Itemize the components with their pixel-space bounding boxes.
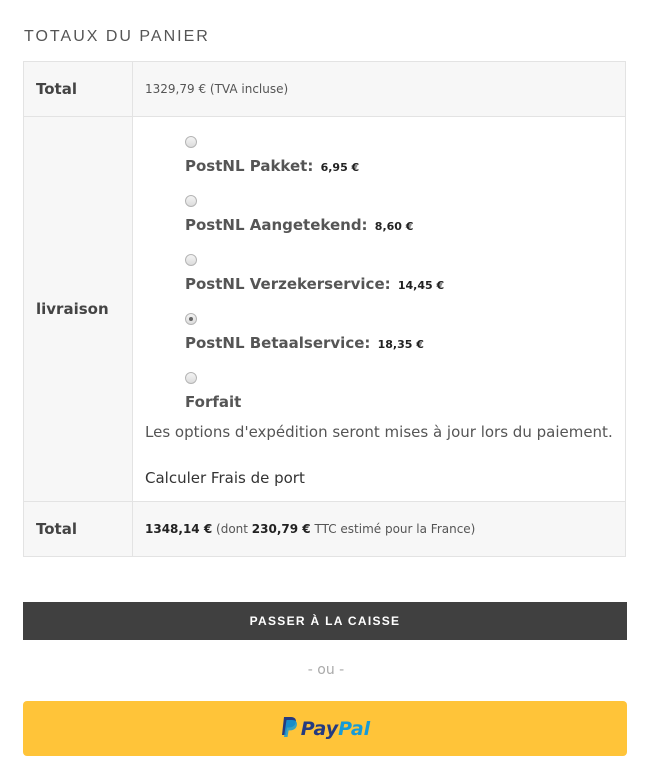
shipping-method-postnl-pakket: PostNL Pakket: 6,95 €: [185, 136, 625, 175]
cart-totals-heading: TOTAUX DU PANIER: [24, 28, 210, 45]
shipping-method-label[interactable]: PostNL Pakket: 6,95 €: [185, 157, 625, 175]
or-separator: - ou -: [307, 662, 345, 678]
order-total-amount: 1348,14 €: [145, 522, 213, 536]
shipping-radio-postnl-betaalservice[interactable]: [185, 313, 197, 325]
paypal-wordmark: PayPal: [300, 717, 371, 740]
shipping-methods-list: PostNL Pakket: 6,95 € PostNL Aangetekend…: [145, 136, 625, 411]
subtotal-tax-note: (TVA incluse): [209, 82, 289, 96]
shipping-method-postnl-aangetekend: PostNL Aangetekend: 8,60 €: [185, 195, 625, 234]
order-total-row: Total 1348,14 € (dont 230,79 € TTC estim…: [23, 501, 626, 557]
shipping-radio-postnl-verzekerservice[interactable]: [185, 254, 197, 266]
order-total-tax-amount: 230,79 €: [251, 522, 311, 536]
shipping-radio-postnl-aangetekend[interactable]: [185, 195, 197, 207]
shipping-method-postnl-verzekerservice: PostNL Verzekerservice: 14,45 €: [185, 254, 625, 293]
order-total-label: Total: [23, 501, 133, 557]
order-total-tax-suffix: TTC estimé pour la France): [314, 522, 476, 536]
order-total-tax-prefix: (dont: [216, 522, 248, 536]
shipping-radio-forfait[interactable]: [185, 372, 197, 384]
shipping-method-label[interactable]: PostNL Verzekerservice: 14,45 €: [185, 275, 625, 293]
shipping-method-postnl-betaalservice: PostNL Betaalservice: 18,35 €: [185, 313, 625, 352]
subtotal-label: Total: [23, 61, 133, 117]
shipping-method-price: 6,95 €: [320, 161, 360, 174]
shipping-method-label[interactable]: Forfait: [185, 393, 625, 411]
shipping-radio-postnl-pakket[interactable]: [185, 136, 197, 148]
paypal-checkout-button[interactable]: PayPal: [23, 701, 627, 756]
shipping-method-label[interactable]: PostNL Betaalservice: 18,35 €: [185, 334, 625, 352]
subtotal-value: 1329,79 € (TVA incluse): [132, 61, 626, 117]
shipping-row: livraison PostNL Pakket: 6,95 € PostNL A…: [23, 116, 626, 502]
shipping-label: livraison: [23, 116, 133, 502]
paypal-p-icon: [280, 716, 298, 741]
shipping-method-price: 18,35 €: [377, 338, 424, 351]
subtotal-amount: 1329,79 €: [145, 82, 207, 96]
shipping-options-cell: PostNL Pakket: 6,95 € PostNL Aangetekend…: [132, 116, 626, 502]
subtotal-row: Total 1329,79 € (TVA incluse): [23, 61, 626, 117]
paypal-logo: PayPal: [280, 716, 370, 741]
cart-totals-table: Total 1329,79 € (TVA incluse) livraison …: [23, 61, 626, 557]
shipping-method-forfait: Forfait: [185, 372, 625, 411]
shipping-method-price: 8,60 €: [374, 220, 414, 233]
order-total-value: 1348,14 € (dont 230,79 € TTC estimé pour…: [132, 501, 626, 557]
shipping-update-note: Les options d'expédition seront mises à …: [145, 423, 613, 441]
calculate-shipping-link[interactable]: Calculer Frais de port: [145, 469, 625, 487]
proceed-to-checkout-button[interactable]: PASSER À LA CAISSE: [23, 602, 627, 640]
shipping-method-label[interactable]: PostNL Aangetekend: 8,60 €: [185, 216, 625, 234]
shipping-method-price: 14,45 €: [397, 279, 445, 292]
